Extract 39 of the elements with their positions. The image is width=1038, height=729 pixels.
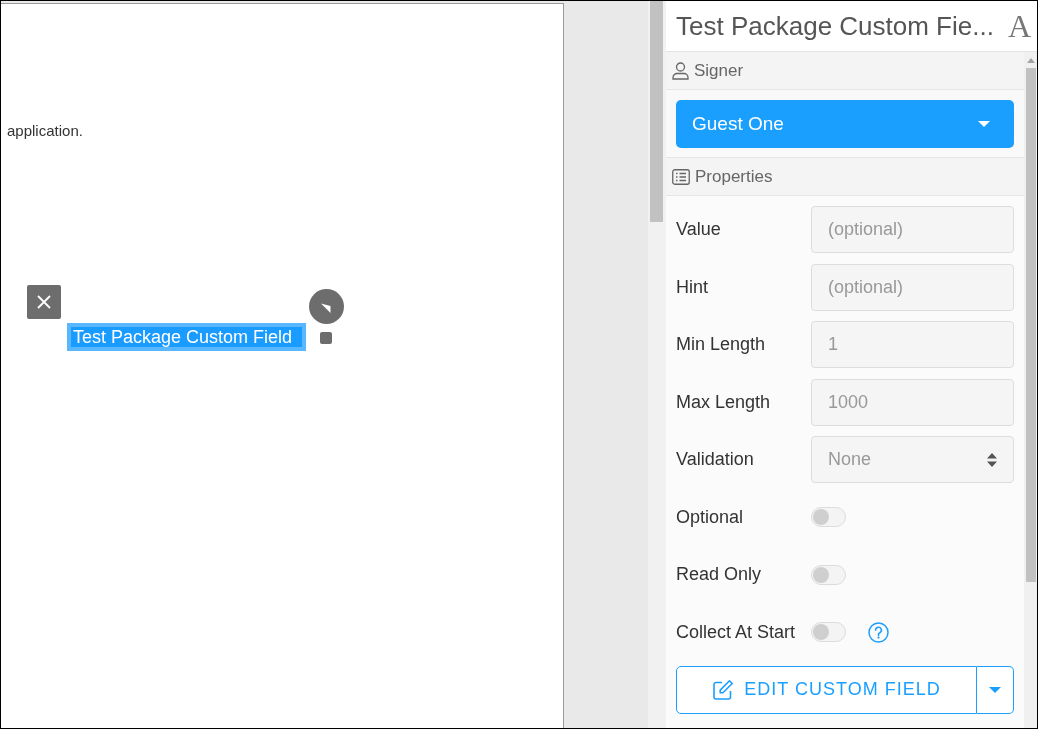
section-title: Signer [694, 60, 744, 81]
custom-field[interactable]: Test Package Custom Field [67, 323, 307, 351]
corner-handle-icon[interactable] [309, 289, 344, 324]
field-label: Collect At Start [676, 621, 797, 643]
select-field[interactable]: None [811, 436, 1014, 483]
toggle-switch[interactable] [811, 622, 846, 642]
close-icon [37, 295, 51, 309]
scrollbar-thumb[interactable] [1025, 68, 1036, 582]
close-button[interactable] [27, 285, 61, 319]
panel-title: Test Package Custom Fie... [676, 10, 994, 42]
scrollbar-thumb[interactable] [650, 1, 663, 222]
user-icon [672, 61, 689, 80]
list-icon [672, 168, 690, 185]
font-icon: A [1007, 8, 1031, 44]
caret-icon [978, 121, 990, 127]
section-title: Properties [695, 166, 773, 187]
text-field[interactable]: (optional) [811, 263, 1014, 311]
field-label: Hint [676, 276, 709, 298]
up-down-arrows-icon [987, 452, 997, 467]
toggle-switch[interactable] [811, 507, 846, 527]
help-icon[interactable] [868, 621, 889, 643]
text-field[interactable]: (optional) [811, 206, 1014, 253]
toggle-switch[interactable] [811, 564, 846, 585]
text-field[interactable]: 1000 [811, 378, 1014, 426]
field-label: Read Only [676, 564, 763, 585]
arrow-up-icon[interactable] [1026, 58, 1035, 63]
edit-custom-field-button[interactable]: EDIT CUSTOM FIELD [676, 665, 977, 714]
caret-icon [989, 686, 1001, 693]
field-label: Max Length [676, 391, 772, 413]
field-label: Value [676, 219, 722, 240]
signer-dropdown[interactable]: Guest One [676, 100, 1014, 148]
pencil-icon [712, 678, 735, 701]
field-label: Validation [676, 449, 755, 470]
field-label: Optional [676, 506, 745, 528]
text-field[interactable]: 1 [811, 321, 1014, 368]
dropdown-toggle-button[interactable] [977, 665, 1014, 714]
square-handle-icon[interactable] [320, 332, 332, 344]
document-text: application. [7, 122, 83, 140]
field-label: Min Length [676, 334, 767, 355]
